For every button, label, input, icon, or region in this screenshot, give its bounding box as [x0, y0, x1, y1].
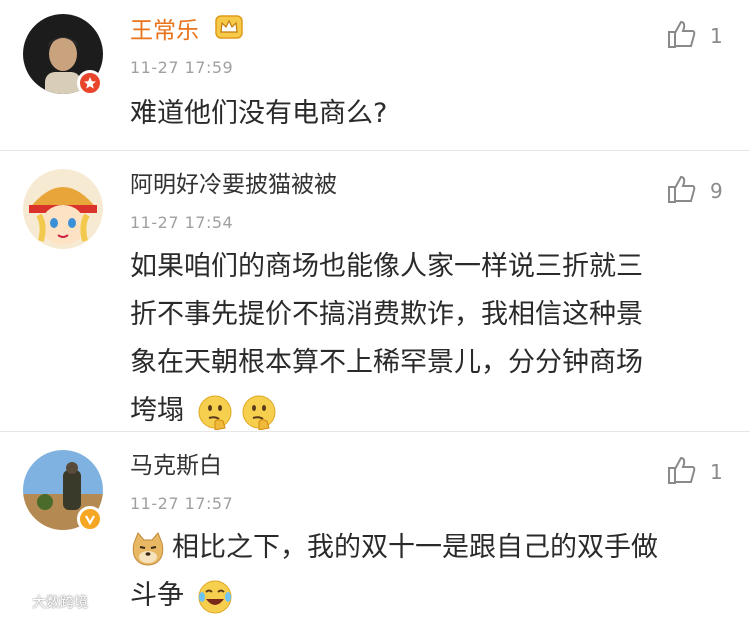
thumbs-up-icon	[666, 454, 698, 490]
username[interactable]: 阿明好冷要披猫被被	[130, 169, 337, 201]
like-button[interactable]: 1	[666, 454, 723, 490]
like-button[interactable]: 1	[666, 18, 723, 54]
thumbs-up-icon	[666, 18, 698, 54]
wechat-logo-icon	[6, 591, 28, 613]
watermark: 大数跨境	[6, 591, 88, 613]
username[interactable]: 马克斯白	[130, 450, 222, 482]
divider	[0, 431, 750, 432]
like-count: 9	[710, 179, 723, 203]
like-count: 1	[710, 460, 723, 484]
laugh-cry-emoji	[197, 579, 233, 615]
comment-1: 王常乐 11-27 17:59 1 难道他们没有电商么?	[0, 0, 750, 150]
star-badge-icon	[77, 70, 103, 96]
divider	[0, 150, 750, 151]
thinking-face-emoji	[197, 394, 233, 431]
doge-emoji	[130, 531, 166, 567]
thinking-face-emoji	[241, 394, 277, 431]
comment-text: 难道他们没有电商么?	[130, 98, 388, 129]
avatar[interactable]	[23, 169, 103, 249]
thumbs-up-icon	[666, 173, 698, 209]
timestamp: 11-27 17:57	[130, 494, 234, 513]
comment-3: 马克斯白 11-27 17:57 1 相比之下，我的双十一是跟自己的双手做 斗争	[0, 436, 750, 622]
comment-text: 如果咱们的商场也能像人家一样说三折就三 折不事先提价不搞消费欺诈，我相信这种景 …	[130, 243, 643, 435]
verified-v-icon	[77, 506, 103, 532]
like-count: 1	[710, 24, 723, 48]
username[interactable]: 王常乐	[130, 14, 244, 49]
comment-2: 阿明好冷要披猫被被 11-27 17:54 9 如果咱们的商场也能像人家一样说三…	[0, 155, 750, 431]
timestamp: 11-27 17:59	[130, 58, 234, 77]
like-button[interactable]: 9	[666, 173, 723, 209]
crown-icon	[214, 14, 244, 49]
comment-text: 相比之下，我的双十一是跟自己的双手做 斗争	[130, 524, 658, 620]
timestamp: 11-27 17:54	[130, 213, 234, 232]
